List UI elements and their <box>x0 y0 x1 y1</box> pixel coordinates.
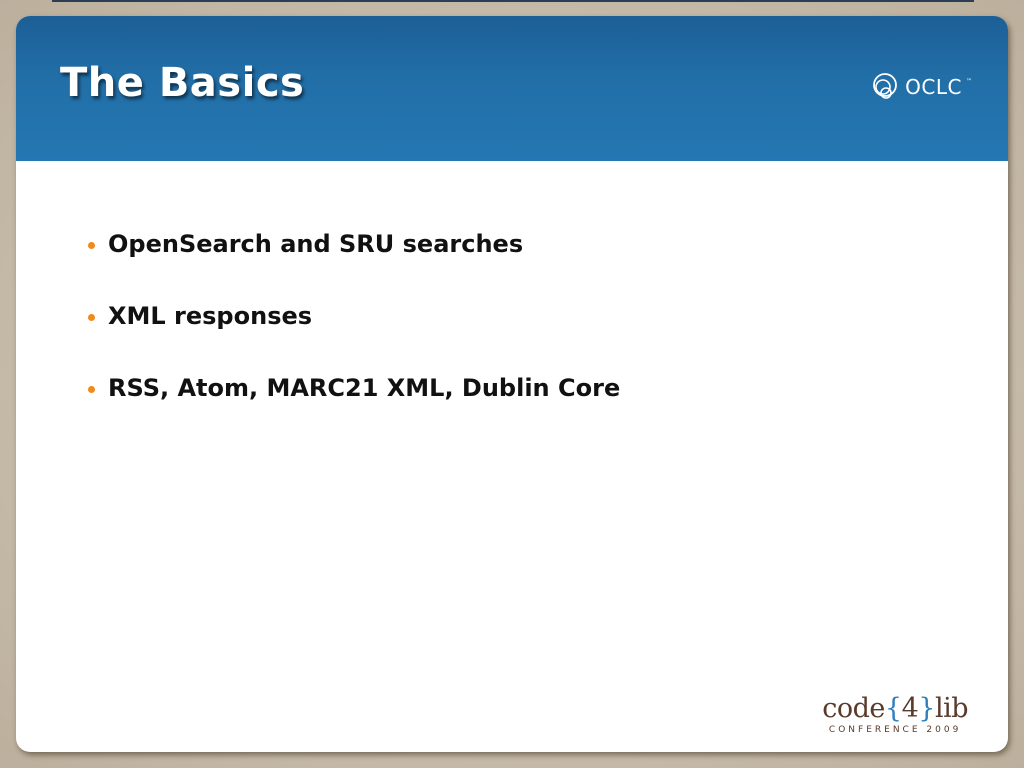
bullet-dot-icon <box>88 386 95 393</box>
slide-title: The Basics <box>60 60 305 106</box>
oclc-rings-icon <box>873 73 898 99</box>
presentation-background: The Basics OCLC ™ OpenSearch and SRU sea… <box>0 0 1024 768</box>
code4lib-brace-close: } <box>918 693 935 724</box>
code4lib-logo: code{4}lib CONFERENCE 2009 <box>822 694 968 736</box>
code4lib-word-start: code <box>822 693 885 724</box>
oclc-trademark: ™ <box>966 78 972 85</box>
bullet-dot-icon <box>88 242 95 249</box>
bullet-text: RSS, Atom, MARC21 XML, Dublin Core <box>108 374 621 402</box>
oclc-logo-text: OCLC <box>905 75 962 99</box>
slide: The Basics OCLC ™ OpenSearch and SRU sea… <box>16 16 1008 752</box>
slide-header: The Basics OCLC ™ <box>16 16 1008 161</box>
code4lib-number: 4 <box>901 693 919 724</box>
bullet-item: RSS, Atom, MARC21 XML, Dublin Core <box>86 374 620 402</box>
bullet-item: XML responses <box>86 302 620 330</box>
code4lib-brace-open: { <box>884 693 902 724</box>
code4lib-subtitle: CONFERENCE 2009 <box>828 725 962 735</box>
code4lib-word-end: lib <box>934 693 969 724</box>
bullet-list: OpenSearch and SRU searches XML response… <box>86 230 620 446</box>
oclc-logo: OCLC ™ <box>871 72 972 102</box>
bullet-item: OpenSearch and SRU searches <box>86 230 620 258</box>
top-divider-line <box>52 0 974 2</box>
bullet-text: XML responses <box>108 302 313 330</box>
code4lib-wordmark: code{4}lib <box>822 694 968 724</box>
bullet-dot-icon <box>88 314 95 321</box>
bullet-text: OpenSearch and SRU searches <box>108 230 524 258</box>
